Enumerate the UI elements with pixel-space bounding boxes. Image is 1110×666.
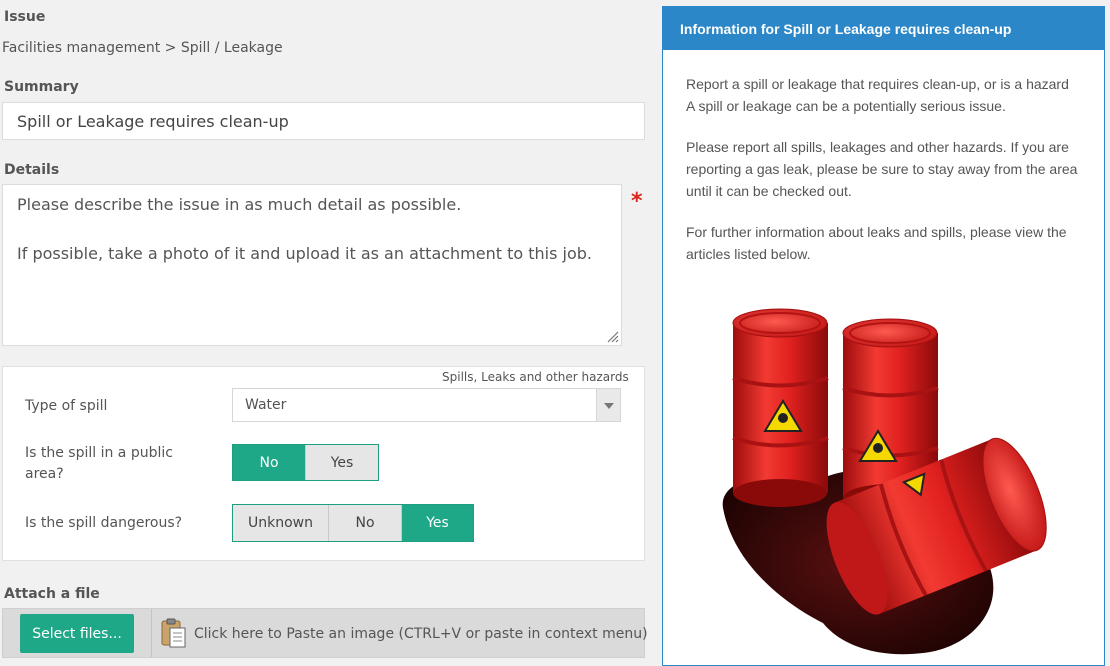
details-textarea[interactable]: Please describe the issue in as much det… — [2, 184, 622, 346]
attach-label: Attach a file — [4, 586, 100, 602]
clipboard-icon — [161, 618, 186, 648]
public-area-toggle[interactable]: No Yes — [232, 444, 379, 481]
info-panel-title: Information for Spill or Leakage require… — [663, 7, 1104, 50]
resize-grip-icon[interactable] — [605, 329, 619, 343]
public-area-option-no[interactable]: No — [233, 445, 306, 480]
info-panel-body: Report a spill or leakage that requires … — [686, 73, 1081, 265]
spill-barrels-image — [722, 308, 1047, 655]
dangerous-toggle[interactable]: Unknown No Yes — [232, 504, 474, 542]
required-asterisk: * — [631, 189, 643, 214]
dangerous-option-no[interactable]: No — [329, 505, 402, 541]
summary-input[interactable]: Spill or Leakage requires clean-up — [2, 102, 645, 140]
chevron-down-icon[interactable] — [596, 389, 620, 421]
dangerous-option-yes[interactable]: Yes — [402, 505, 473, 541]
details-line-2: If possible, take a photo of it and uplo… — [17, 244, 593, 263]
select-files-button[interactable]: Select files... — [20, 614, 134, 653]
issue-label: Issue — [4, 9, 46, 25]
public-area-label: Is the spill in a public area? — [25, 445, 173, 482]
details-line-1: Please describe the issue in as much det… — [17, 195, 462, 214]
public-area-option-yes[interactable]: Yes — [306, 445, 378, 480]
upload-divider — [151, 609, 152, 657]
info-panel: Information for Spill or Leakage require… — [662, 6, 1105, 666]
dangerous-label: Is the spill dangerous? — [25, 515, 183, 531]
details-label: Details — [4, 162, 60, 178]
summary-value: Spill or Leakage requires clean-up — [17, 112, 289, 131]
paste-image-text[interactable]: Click here to Paste an image (CTRL+V or … — [194, 626, 648, 642]
info-para-1a: Report a spill or leakage that requires … — [686, 76, 1069, 92]
type-of-spill-value: Water — [245, 397, 287, 413]
paste-area[interactable] — [160, 617, 188, 649]
info-para-1b: A spill or leakage can be a potentially … — [686, 98, 1006, 114]
type-of-spill-select[interactable]: Water — [232, 388, 621, 422]
issue-path: Facilities management > Spill / Leakage — [2, 40, 283, 56]
summary-label: Summary — [4, 79, 79, 95]
info-para-2: Please report all spills, leakages and o… — [686, 139, 1078, 199]
info-para-3: For further information about leaks and … — [686, 224, 1067, 262]
type-of-spill-label: Type of spill — [25, 398, 108, 414]
category-tag: Spills, Leaks and other hazards — [442, 370, 629, 384]
dangerous-option-unknown[interactable]: Unknown — [233, 505, 329, 541]
